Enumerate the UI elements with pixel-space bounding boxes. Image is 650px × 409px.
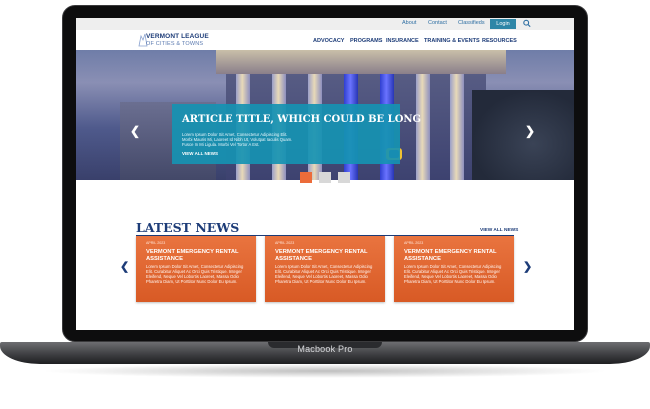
news-card-body: Lorem Ipsum Dolor Sit Amet, Consectetur … — [146, 264, 244, 285]
slider-dot-3[interactable] — [338, 172, 350, 183]
website-screen: About Contact Classifieds Login VERMONT … — [76, 18, 574, 330]
news-card-title[interactable]: VERMONT EMERGENCY RENTAL ASSISTANCE — [275, 249, 379, 263]
news-card-date: APRIL 2023 — [404, 241, 424, 245]
news-card-date: APRIL 2023 — [146, 241, 166, 245]
hero-image-column — [416, 74, 430, 180]
nav-resources[interactable]: RESOURCES — [482, 38, 517, 44]
nav-insurance[interactable]: INSURANCE — [386, 38, 419, 44]
chevron-left-icon[interactable]: ❮ — [130, 124, 140, 138]
search-icon[interactable] — [523, 19, 531, 28]
news-card-body: Lorem Ipsum Dolor Sit Amet, Consectetur … — [275, 264, 373, 285]
about-link[interactable]: About — [402, 20, 416, 26]
latest-news-heading: LATEST NEWS — [136, 220, 240, 235]
news-card[interactable]: APRIL 2023 VERMONT EMERGENCY RENTAL ASSI… — [394, 236, 514, 302]
hero-slider: ARTICLE TITLE, WHICH COULD BE LONG Lorem… — [76, 50, 574, 180]
news-card-title[interactable]: VERMONT EMERGENCY RENTAL ASSISTANCE — [146, 249, 250, 263]
news-card[interactable]: APRIL 2023 VERMONT EMERGENCY RENTAL ASSI… — [265, 236, 385, 302]
chevron-right-icon[interactable]: ❯ — [525, 124, 535, 138]
nav-advocacy[interactable]: ADVOCACY — [313, 38, 344, 44]
contact-link[interactable]: Contact — [428, 20, 447, 26]
hero-view-all-link[interactable]: VIEW ALL NEWS — [182, 151, 218, 156]
hero-title: ARTICLE TITLE, WHICH COULD BE LONG — [182, 114, 422, 125]
laptop-shadow — [40, 364, 610, 378]
nav-programs[interactable]: PROGRAMS — [350, 38, 382, 44]
device-label: Macbook Pro — [297, 344, 353, 354]
logo-title[interactable]: VERMONT LEAGUE — [146, 33, 209, 40]
hero-caption-box: ARTICLE TITLE, WHICH COULD BE LONG Lorem… — [172, 104, 421, 164]
news-view-all-link[interactable]: VIEW ALL NEWS — [480, 228, 518, 233]
news-card-body: Lorem Ipsum Dolor Sit Amet, Consectetur … — [404, 264, 502, 285]
hero-body: Lorem Ipsum Dolor Sit Amet, Consectetur … — [182, 132, 293, 148]
slider-dot-2[interactable] — [319, 172, 331, 183]
classifieds-link[interactable]: Classifieds — [458, 20, 485, 26]
chevron-right-icon[interactable]: ❯ — [523, 260, 532, 273]
logo-subtitle: OF CITIES & TOWNS — [146, 41, 204, 47]
news-card-date: APRIL 2023 — [275, 241, 295, 245]
hero-image-tree — [472, 90, 574, 180]
login-button[interactable]: Login — [490, 19, 516, 29]
nav-training-events[interactable]: TRAINING & EVENTS — [424, 38, 480, 44]
utility-bar: About Contact Classifieds Login — [76, 18, 574, 30]
news-card-title[interactable]: VERMONT EMERGENCY RENTAL ASSISTANCE — [404, 249, 508, 263]
site-header: VERMONT LEAGUE OF CITIES & TOWNS ADVOCAC… — [76, 30, 574, 50]
chevron-left-icon[interactable]: ❮ — [120, 260, 129, 273]
news-card[interactable]: APRIL 2023 VERMONT EMERGENCY RENTAL ASSI… — [136, 236, 256, 302]
hero-image-pediment — [216, 50, 506, 74]
slider-dot-1[interactable] — [300, 172, 312, 183]
hero-image-column — [450, 74, 464, 180]
